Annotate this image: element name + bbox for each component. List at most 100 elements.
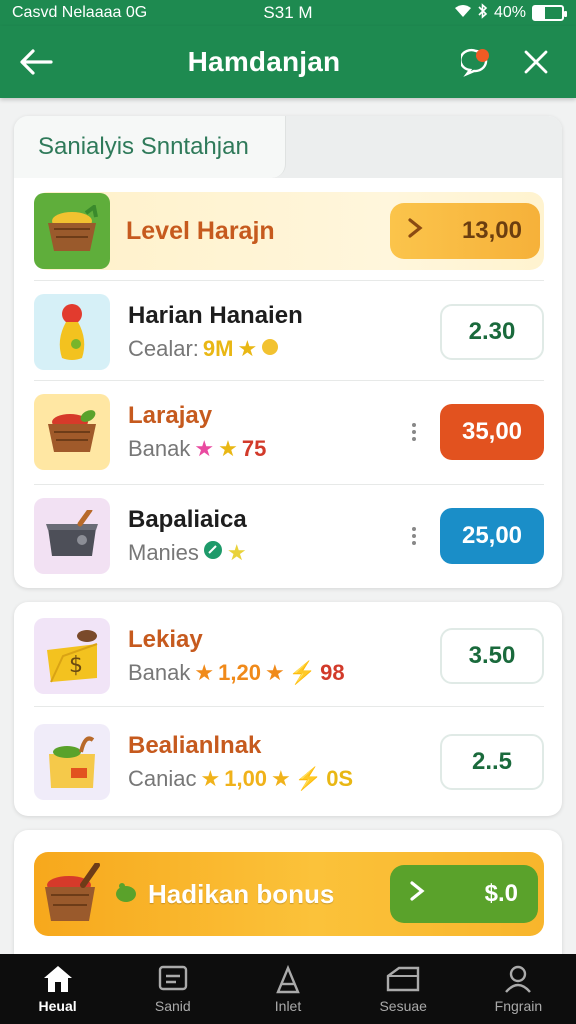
- list-item-subtitle: Manies ★: [128, 540, 402, 566]
- bottom-nav: Heual Sanid Inlet Sesuae Fngrain: [0, 954, 576, 1024]
- featured-price: 13,00: [461, 217, 522, 244]
- list-item-title: Harian Hanaien: [128, 302, 303, 329]
- grocery-box-icon: [34, 724, 110, 800]
- section-header: Sanialyis Snntahjan: [14, 116, 562, 178]
- home-icon: [43, 966, 72, 992]
- price-button[interactable]: 2.30: [440, 304, 544, 360]
- bolt-icon: ⚡: [294, 766, 323, 791]
- arrow-right-icon: [408, 217, 424, 245]
- price-button[interactable]: 3.50: [440, 628, 544, 684]
- list-item-sub-value: 1,20: [218, 660, 261, 685]
- price-button[interactable]: 25,00: [440, 508, 544, 564]
- nav-label: Inlet: [274, 998, 302, 1014]
- list-item-title: Bapaliaica: [128, 506, 247, 533]
- featured-item[interactable]: Level Harajn 13,00: [34, 192, 544, 270]
- arrow-right-icon: [410, 880, 426, 908]
- more-options-icon[interactable]: [402, 420, 426, 444]
- list-item-sub-value: 1,00: [224, 766, 268, 791]
- svg-text:$: $: [69, 653, 83, 678]
- piggy-icon: [114, 881, 138, 908]
- vase-icon: [34, 294, 110, 370]
- list-item-subtitle: Cealar: 9M ★: [128, 336, 440, 362]
- nav-label: Fngrain: [494, 998, 543, 1014]
- list-item-sub-label: Manies: [128, 540, 199, 565]
- divider: [34, 380, 544, 381]
- list-item-text: Lekiay Banak ★ 1,20 ★ ⚡ 98: [128, 626, 440, 686]
- bonus-banner[interactable]: Hadikan bonus $.0: [34, 852, 544, 936]
- back-button[interactable]: [0, 26, 72, 98]
- bag-icon: [276, 964, 300, 994]
- list-item[interactable]: Bealianlnak Caniac ★ 1,00 ★ ⚡ 0S 2..5: [34, 712, 544, 812]
- list-item-text: Larajay Banak ★ ★ 75: [128, 402, 402, 462]
- featured-price-button[interactable]: 13,00: [390, 203, 540, 259]
- featured-title: Level Harajn: [126, 216, 275, 245]
- list-item-sub-value: 75: [241, 436, 267, 461]
- money-bag-icon: $: [34, 618, 110, 694]
- star-icon: ★: [237, 336, 258, 361]
- leaf-badge-icon: [203, 540, 223, 566]
- notification-dot: [476, 49, 489, 62]
- list-item-sub-value: 9M: [202, 336, 234, 361]
- bonus-value: $.0: [484, 880, 518, 907]
- list-item[interactable]: Bapaliaica Manies ★ 25,00: [34, 486, 544, 586]
- list-item-subtitle: Caniac ★ 1,00 ★ ⚡ 0S: [128, 766, 440, 792]
- basket-icon: [34, 856, 114, 932]
- app-actions: [456, 42, 576, 82]
- list-item-text: Harian Hanaien Cealar: 9M ★: [128, 302, 440, 362]
- star-icon: ★: [194, 660, 215, 685]
- folder-icon: [387, 966, 420, 992]
- star-icon: ★: [264, 660, 285, 685]
- chat-button[interactable]: [456, 42, 496, 82]
- list-item[interactable]: Larajay Banak ★ ★ 75 35,00: [34, 382, 544, 482]
- list-item-sub-label: Cealar:: [128, 336, 199, 361]
- star-icon: ★: [226, 540, 247, 565]
- basket-icon: [34, 394, 110, 470]
- price-button[interactable]: 2..5: [440, 734, 544, 790]
- list-item-text: Bapaliaica Manies ★: [128, 506, 402, 566]
- list-item-subtitle: Banak ★ 1,20 ★ ⚡ 98: [128, 660, 440, 686]
- list-item-subtitle: Banak ★ ★ 75: [128, 436, 402, 462]
- page-title: Hamdanjan: [187, 46, 341, 77]
- list-item-sub-extra: 0S: [326, 766, 354, 791]
- list-item-sub-label: Banak: [128, 660, 191, 685]
- star-icon: ★: [194, 436, 215, 461]
- nav-label: Heual: [38, 998, 77, 1014]
- list-item-title: Bealianlnak: [128, 732, 262, 759]
- nav-item-inlet[interactable]: Inlet: [230, 954, 345, 1024]
- close-button[interactable]: [516, 42, 556, 82]
- list-item[interactable]: Harian Hanaien Cealar: 9M ★ 2.30: [34, 282, 544, 382]
- nav-item-send[interactable]: Sanid: [115, 954, 230, 1024]
- more-options-icon[interactable]: [402, 524, 426, 548]
- nav-label: Sesuae: [379, 998, 427, 1014]
- nav-item-service[interactable]: Sesuae: [346, 954, 461, 1024]
- user-icon: [505, 965, 532, 993]
- price-button[interactable]: 35,00: [440, 404, 544, 460]
- app-bar: Hamdanjan: [0, 26, 576, 98]
- bonus-label: Hadikan bonus: [148, 878, 335, 909]
- arrow-left-icon: [20, 49, 53, 75]
- tab-section[interactable]: Sanialyis Snntahjan: [14, 116, 286, 178]
- nav-item-home[interactable]: Heual: [0, 954, 115, 1024]
- items-card-2: $ Lekiay Banak ★ 1,20 ★ ⚡ 98 3.50 Bealia…: [14, 602, 562, 816]
- list-item-title: Lekiay: [128, 626, 203, 653]
- nav-item-profile[interactable]: Fngrain: [461, 954, 576, 1024]
- close-icon: [524, 50, 548, 74]
- list-item-title: Larajay: [128, 402, 213, 429]
- coin-icon: [261, 336, 279, 362]
- list-item-sub-extra: 98: [320, 660, 345, 685]
- list-item-text: Bealianlnak Caniac ★ 1,00 ★ ⚡ 0S: [128, 732, 440, 792]
- message-icon: [158, 965, 187, 991]
- star-icon: ★: [271, 766, 291, 791]
- list-item[interactable]: $ Lekiay Banak ★ 1,20 ★ ⚡ 98 3.50: [34, 606, 544, 706]
- items-card: Sanialyis Snntahjan Level Harajn 13,00 H…: [14, 116, 562, 588]
- divider: [34, 484, 544, 485]
- box-icon: [34, 498, 110, 574]
- star-icon: ★: [218, 436, 238, 461]
- bonus-button[interactable]: $.0: [390, 865, 538, 923]
- list-item-sub-label: Banak: [128, 436, 191, 461]
- list-item-sub-label: Caniac: [128, 766, 197, 791]
- divider: [34, 280, 544, 281]
- battery-icon: [532, 5, 567, 21]
- divider: [34, 706, 544, 707]
- star-icon: ★: [200, 766, 221, 791]
